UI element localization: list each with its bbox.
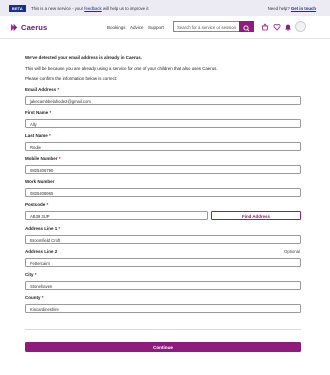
- beta-text-before: This is a new service - your: [31, 5, 84, 11]
- address-line-1-field[interactable]: Broomfield Croft: [25, 235, 301, 244]
- caerus-logo-icon[interactable]: [10, 23, 19, 32]
- intro-line-2: Please confirm the information below is …: [25, 76, 118, 81]
- mobile-number-field[interactable]: 0825406790: [25, 165, 301, 174]
- nav-support[interactable]: Support: [148, 25, 164, 30]
- bell-icon[interactable]: [284, 23, 292, 31]
- first-name-label: First Name *: [25, 110, 51, 115]
- city-label-text: City: [25, 272, 34, 277]
- search-input[interactable]: Search for a service or session: [173, 21, 239, 32]
- required-marker: *: [34, 272, 37, 277]
- required-marker: *: [58, 156, 61, 161]
- search-icon: [243, 25, 250, 32]
- city-field[interactable]: Stonehaven: [25, 281, 301, 290]
- optional-hint: Optional: [283, 249, 300, 254]
- postcode-label-text: Postcode: [25, 202, 46, 207]
- basket-icon[interactable]: [261, 23, 269, 31]
- help-message: Need help? Get in touch: [268, 6, 316, 11]
- mobile-number-label-text: Mobile Number: [25, 156, 58, 161]
- required-marker: *: [46, 202, 49, 207]
- email-label-text: Email Address: [25, 87, 57, 92]
- intro-headline: We've detected your email address is alr…: [25, 55, 142, 60]
- required-marker: *: [49, 133, 51, 138]
- beta-message: This is a new service - your feedback wi…: [31, 6, 149, 11]
- required-marker: *: [58, 226, 61, 231]
- brand-name[interactable]: Caerus: [21, 23, 47, 32]
- beta-banner: BETA This is a new service - your feedba…: [0, 0, 330, 16]
- county-field[interactable]: Kincardineshire: [25, 304, 301, 313]
- help-text: Need help?: [267, 5, 290, 11]
- work-number-label: Work Number: [25, 179, 55, 184]
- postcode-field[interactable]: AB39 3UP: [25, 211, 208, 220]
- city-label: City *: [25, 272, 37, 277]
- county-label: County *: [25, 295, 44, 300]
- last-name-label: Last Name *: [25, 133, 51, 138]
- first-name-label-text: First Name: [25, 110, 49, 115]
- address-line-1-label: Address Line 1 *: [25, 226, 60, 231]
- last-name-label-text: Last Name: [25, 133, 48, 138]
- address-line-2-field[interactable]: Fettercairn: [25, 258, 301, 267]
- heart-icon[interactable]: [273, 23, 281, 31]
- nav-advice[interactable]: Advice: [130, 25, 144, 30]
- last-name-field[interactable]: Rodie: [25, 142, 301, 151]
- find-address-button[interactable]: Find Address: [211, 211, 301, 220]
- avatar[interactable]: [295, 21, 306, 32]
- required-marker: *: [41, 295, 44, 300]
- get-in-touch-link[interactable]: Get in touch: [291, 6, 316, 11]
- county-label-text: County: [25, 295, 41, 300]
- email-field[interactable]: jakecambbelahode2@gmail.com: [25, 96, 301, 105]
- address-line-2-label: Address Line 2: [25, 249, 58, 254]
- address-line-1-label-text: Address Line 1: [25, 226, 58, 231]
- required-marker: *: [49, 110, 52, 115]
- feedback-link[interactable]: feedback: [84, 6, 101, 11]
- beta-text-after: will help us to improve it: [102, 5, 149, 11]
- beta-tag: BETA: [9, 5, 26, 12]
- first-name-field[interactable]: Ally: [25, 119, 301, 128]
- continue-button[interactable]: Continue: [25, 342, 301, 352]
- form-divider: [25, 329, 301, 330]
- site-header: Caerus Bookings Advice Support Search fo…: [0, 16, 330, 39]
- search-button[interactable]: [239, 21, 254, 32]
- required-marker: *: [57, 87, 60, 92]
- email-label: Email Address *: [25, 87, 59, 92]
- postcode-label: Postcode *: [25, 202, 48, 207]
- work-number-field[interactable]: 0825408965: [25, 188, 301, 197]
- mobile-number-label: Mobile Number *: [25, 156, 61, 161]
- nav-bookings[interactable]: Bookings: [107, 25, 126, 30]
- intro-line-1: This will be because you are already usi…: [25, 66, 218, 71]
